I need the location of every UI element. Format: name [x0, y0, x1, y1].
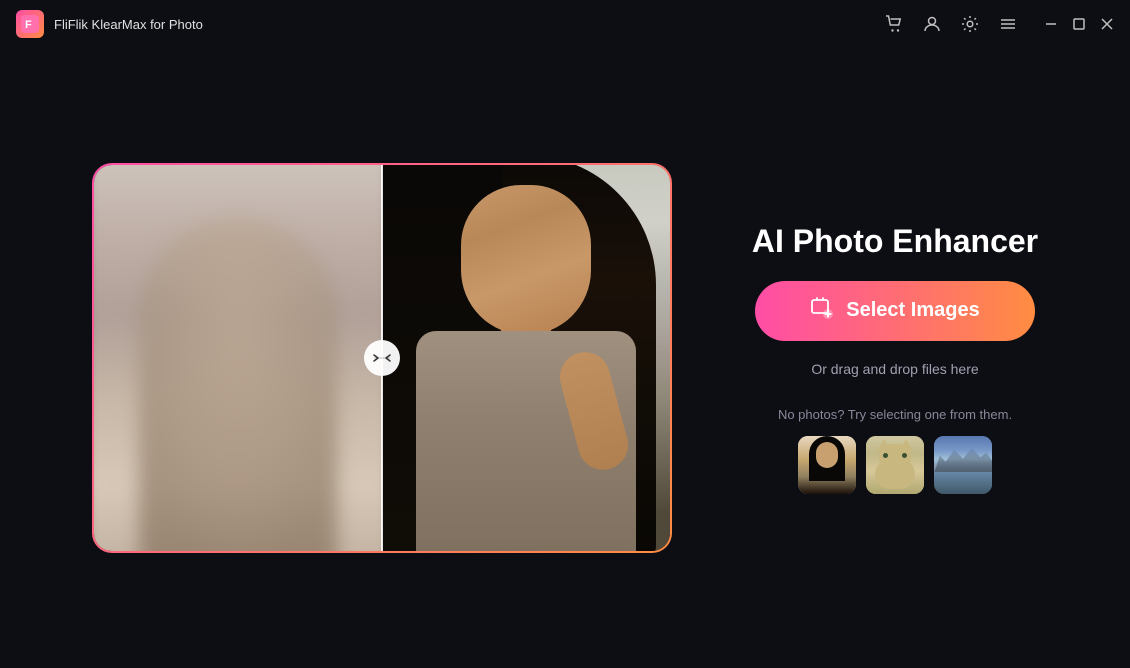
select-btn-icon: [810, 296, 834, 326]
sample-image-2[interactable]: [866, 436, 924, 494]
select-images-label: Select Images: [846, 299, 979, 322]
menu-icon[interactable]: [998, 14, 1018, 34]
svg-text:F: F: [25, 19, 32, 31]
select-images-button[interactable]: Select Images: [755, 281, 1035, 341]
app-title-text: FliFlik KlearMax for Photo: [54, 17, 203, 32]
image-comparison-panel: [92, 163, 672, 553]
image-sharp-side: [382, 165, 670, 551]
sample-hint-text: No photos? Try selecting one from them.: [778, 407, 1012, 422]
sample-section: No photos? Try selecting one from them.: [778, 407, 1012, 494]
main-content: AI Photo Enhancer Select Images Or drag …: [0, 48, 1130, 668]
app-logo: F: [16, 10, 44, 38]
feature-title: AI Photo Enhancer: [752, 222, 1038, 260]
right-panel: AI Photo Enhancer Select Images Or drag …: [752, 222, 1038, 493]
user-icon[interactable]: [922, 14, 942, 34]
settings-icon[interactable]: [960, 14, 980, 34]
sample-image-1[interactable]: [798, 436, 856, 494]
titlebar-left: F FliFlik KlearMax for Photo: [16, 10, 203, 38]
minimize-button[interactable]: [1044, 17, 1058, 31]
titlebar: F FliFlik KlearMax for Photo: [0, 0, 1130, 48]
image-blurred-side: [92, 163, 396, 553]
cart-icon[interactable]: [884, 14, 904, 34]
comparison-handle[interactable]: [364, 340, 400, 376]
sample-images-row: [798, 436, 992, 494]
window-controls: [1044, 17, 1114, 31]
maximize-button[interactable]: [1072, 17, 1086, 31]
titlebar-right: [884, 14, 1114, 34]
drag-drop-hint: Or drag and drop files here: [811, 361, 978, 377]
sample-image-3[interactable]: [934, 436, 992, 494]
close-button[interactable]: [1100, 17, 1114, 31]
